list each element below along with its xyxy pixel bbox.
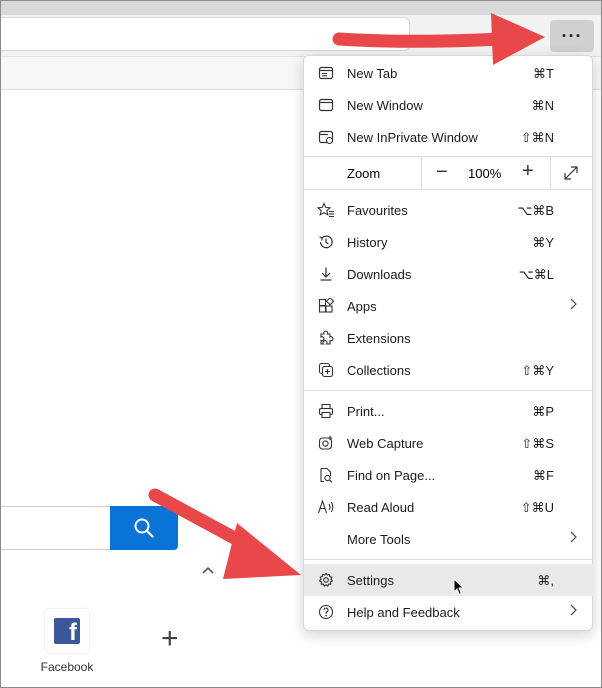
menu-shortcut: ⇧⌘Y [521, 363, 554, 378]
zoom-label: Zoom [347, 166, 381, 181]
zoom-in-button[interactable]: + [522, 160, 534, 183]
menu-item-new-inprivate[interactable]: New InPrivate Window ⇧⌘N [304, 121, 594, 153]
facebook-icon: f [54, 618, 80, 646]
zoom-controls: − 100% + [421, 157, 551, 189]
menu-item-help-and-feedback[interactable]: Help and Feedback [304, 596, 594, 628]
chevron-right-icon [568, 297, 578, 315]
annotation-arrow-bottom [148, 488, 301, 579]
menu-item-web-capture[interactable]: Web Capture ⇧⌘S [304, 427, 594, 459]
browser-window: ··· f Facebook + New Tab ⌘T New Window ⌘… [0, 0, 602, 688]
menu-shortcut: ⌥⌘L [518, 267, 554, 282]
menu-item-label: Collections [347, 363, 411, 378]
menu-item-read-aloud[interactable]: Read Aloud ⇧⌘U [304, 491, 594, 523]
collections-icon [317, 361, 335, 379]
menu-item-label: Downloads [347, 267, 412, 282]
menu-item-label: Apps [347, 299, 377, 314]
menu-divider [304, 189, 594, 190]
downloads-icon [317, 265, 335, 283]
favourites-icon [317, 201, 335, 219]
more-dots-icon: ··· [561, 25, 583, 46]
menu-shortcut: ⌘N [531, 98, 554, 113]
menu-item-label: Print... [347, 404, 385, 419]
menu-item-label: Settings [347, 573, 394, 588]
menu-item-find-on-page[interactable]: Find on Page... ⌘F [304, 459, 594, 491]
zoom-row: Zoom − 100% + [304, 157, 594, 189]
zoom-value: 100% [468, 166, 502, 181]
menu-shortcut: ⌘, [537, 573, 554, 588]
menu-item-label: History [347, 235, 388, 250]
menu-item-label: Find on Page... [347, 468, 436, 483]
apps-icon [317, 297, 335, 315]
menu-item-downloads[interactable]: Downloads ⌥⌘L [304, 258, 594, 290]
annotation-arrow-top [332, 13, 545, 65]
menu-item-label: New InPrivate Window [347, 130, 478, 145]
menu-shortcut: ⌘P [532, 404, 554, 419]
settings-icon [317, 571, 335, 589]
print-icon [317, 402, 335, 420]
menu-shortcut: ⇧⌘N [520, 130, 554, 145]
inprivate-icon [317, 128, 335, 146]
menu-item-collections[interactable]: Collections ⇧⌘Y [304, 354, 594, 386]
search-input[interactable] [1, 506, 113, 550]
tile-label: Facebook [40, 660, 94, 674]
menu-item-label: Read Aloud [347, 500, 415, 515]
menu-item-more-tools[interactable]: More Tools [304, 523, 594, 555]
menu-item-history[interactable]: History ⌘Y [304, 226, 594, 258]
menu-item-label: Favourites [347, 203, 408, 218]
menu-item-label: New Window [347, 98, 423, 113]
new-window-icon [317, 96, 335, 114]
settings-menu: New Tab ⌘T New Window ⌘N New InPrivate W… [303, 55, 594, 631]
menu-item-label: Extensions [347, 331, 411, 346]
history-icon [317, 233, 335, 251]
mouse-cursor-icon [453, 578, 465, 596]
fullscreen-icon[interactable] [562, 164, 580, 185]
menu-item-new-window[interactable]: New Window ⌘N [304, 89, 594, 121]
menu-shortcut: ⇧⌘S [521, 436, 554, 451]
facebook-tile[interactable]: f [45, 609, 89, 653]
menu-item-print[interactable]: Print... ⌘P [304, 395, 594, 427]
menu-item-extensions[interactable]: Extensions [304, 322, 594, 354]
chevron-right-icon [568, 603, 578, 621]
settings-and-more-button[interactable]: ··· [550, 20, 594, 52]
menu-shortcut: ⇧⌘U [520, 500, 554, 515]
menu-shortcut: ⌘Y [532, 235, 554, 250]
menu-item-settings[interactable]: Settings ⌘, [304, 564, 594, 596]
web-capture-icon [317, 434, 335, 452]
menu-item-apps[interactable]: Apps [304, 290, 594, 322]
add-site-button[interactable]: + [161, 624, 179, 654]
read-aloud-icon [317, 498, 335, 516]
find-icon [317, 466, 335, 484]
menu-divider [304, 559, 594, 560]
menu-divider [304, 390, 594, 391]
menu-shortcut: ⌘F [533, 468, 554, 483]
menu-item-label: Web Capture [347, 436, 424, 451]
menu-item-label: More Tools [347, 532, 411, 547]
help-icon [317, 603, 335, 621]
zoom-out-button[interactable]: − [436, 161, 448, 184]
menu-item-label: Help and Feedback [347, 605, 460, 620]
chevron-right-icon [568, 530, 578, 548]
extensions-icon [317, 329, 335, 347]
menu-item-favourites[interactable]: Favourites ⌥⌘B [304, 194, 594, 226]
menu-shortcut: ⌥⌘B [517, 203, 554, 218]
